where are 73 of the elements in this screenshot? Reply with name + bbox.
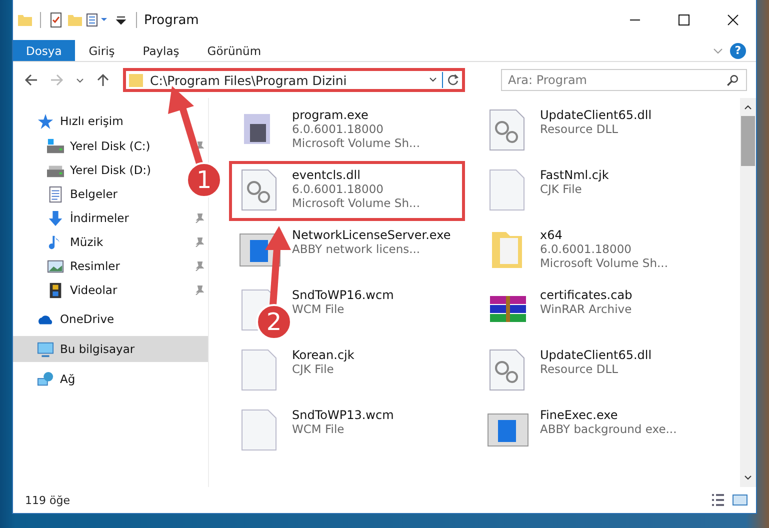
file-name: SndToWP13.wcm: [292, 408, 394, 422]
file-detail: Resource DLL: [540, 122, 620, 136]
maximize-icon: [678, 14, 690, 26]
address-bar[interactable]: C:\Program Files\Program Dizini: [123, 68, 465, 92]
picture-icon: [47, 258, 64, 274]
window-title: Program: [144, 12, 199, 28]
file-name: program.exe: [292, 108, 370, 122]
sidebar-item[interactable]: Videolar: [13, 278, 208, 302]
sidebar-item[interactable]: Belgeler: [13, 182, 122, 206]
sidebar-item[interactable]: Ağ: [13, 366, 80, 392]
file-name: x64: [540, 228, 564, 242]
monitor-icon: [37, 340, 54, 358]
folder-icon: [128, 72, 144, 88]
help-button[interactable]: ?: [730, 42, 746, 58]
ribbon-tab[interactable]: Görünüm: [193, 40, 276, 61]
sidebar-item[interactable]: Yerel Disk (D:): [13, 158, 156, 182]
ribbon-tab[interactable]: Giriş: [74, 40, 129, 61]
scrollbar[interactable]: [740, 98, 756, 487]
file-detail: WCM File: [292, 302, 346, 316]
file-detail: CJK File: [292, 362, 335, 376]
sidebar-item[interactable]: Bu bilgisayar: [13, 336, 208, 362]
pin-icon[interactable]: [194, 237, 204, 247]
film-icon: [47, 282, 64, 298]
file-detail: Resource DLL: [540, 362, 620, 376]
file-detail: WCM File: [292, 422, 346, 436]
sidebar-item[interactable]: İndirmeler: [13, 206, 208, 230]
file-name: SndToWP16.wcm: [292, 288, 394, 302]
refresh-icon[interactable]: [446, 73, 460, 87]
file-name: Korean.cjk: [292, 348, 354, 362]
search-field[interactable]: Ara: Program: [501, 69, 747, 91]
file-name: FastNml.cjk: [540, 168, 609, 182]
network-icon: [37, 370, 54, 388]
pin-icon[interactable]: [194, 285, 204, 295]
item-count: 119 öğe: [25, 494, 70, 506]
pin-icon[interactable]: [194, 261, 204, 271]
file-detail: 6.0.6001.18000: [292, 182, 384, 196]
file-name: FineExec.exe: [540, 408, 619, 422]
sidebar-item[interactable]: Resimler: [13, 254, 208, 278]
ribbon-tab[interactable]: Dosya: [13, 40, 75, 61]
sidebar-item[interactable]: Yerel Disk (C:): [13, 134, 208, 158]
drive-icon: [47, 138, 64, 154]
file-detail: 6.0.6001.18000: [540, 242, 632, 256]
file-detail: Microsoft Volume Sh...: [540, 256, 668, 270]
file-detail: CJK File: [540, 182, 583, 196]
file-name: eventcls.dll: [292, 168, 362, 182]
file-detail: WinRAR Archive: [540, 302, 632, 316]
close-icon: [727, 14, 739, 26]
details-view-icon[interactable]: [710, 492, 726, 508]
file-name: NetworkLicenseServer.exe: [292, 228, 451, 242]
sidebar-item[interactable]: OneDrive: [13, 306, 118, 332]
document-icon: [47, 186, 64, 202]
file-detail: Microsoft Volume Sh...: [292, 136, 420, 150]
file-name: certificates.cab: [540, 288, 632, 302]
sidebar-item[interactable]: Müzik: [13, 230, 208, 254]
properties-icon[interactable]: [86, 12, 110, 28]
file-name: UpdateClient65.dll: [540, 348, 652, 362]
scrollbar-thumb[interactable]: [741, 116, 755, 166]
file-detail: 6.0.6001.18000: [292, 122, 384, 136]
file-detail: Microsoft Volume Sh...: [292, 196, 420, 210]
sidebar-item[interactable]: Hızlı erişim: [13, 108, 128, 134]
checklist-icon[interactable]: [48, 12, 64, 28]
up-arrow-icon[interactable]: [95, 72, 111, 88]
pin-icon[interactable]: [194, 213, 204, 223]
address-path: C:\Program Files\Program Dizini: [150, 72, 348, 88]
file-detail: ABBY network licens...: [292, 242, 422, 256]
large-icons-view-icon[interactable]: [732, 492, 748, 508]
ribbon-tab[interactable]: Paylaş: [128, 40, 194, 61]
file-name: UpdateClient65.dll: [540, 108, 652, 122]
back-arrow-icon[interactable]: [23, 72, 39, 88]
search-icon: [726, 74, 739, 87]
star-icon: [37, 112, 54, 130]
file-detail: ABBY background exe...: [540, 422, 677, 436]
download-arrow-icon: [47, 210, 64, 226]
